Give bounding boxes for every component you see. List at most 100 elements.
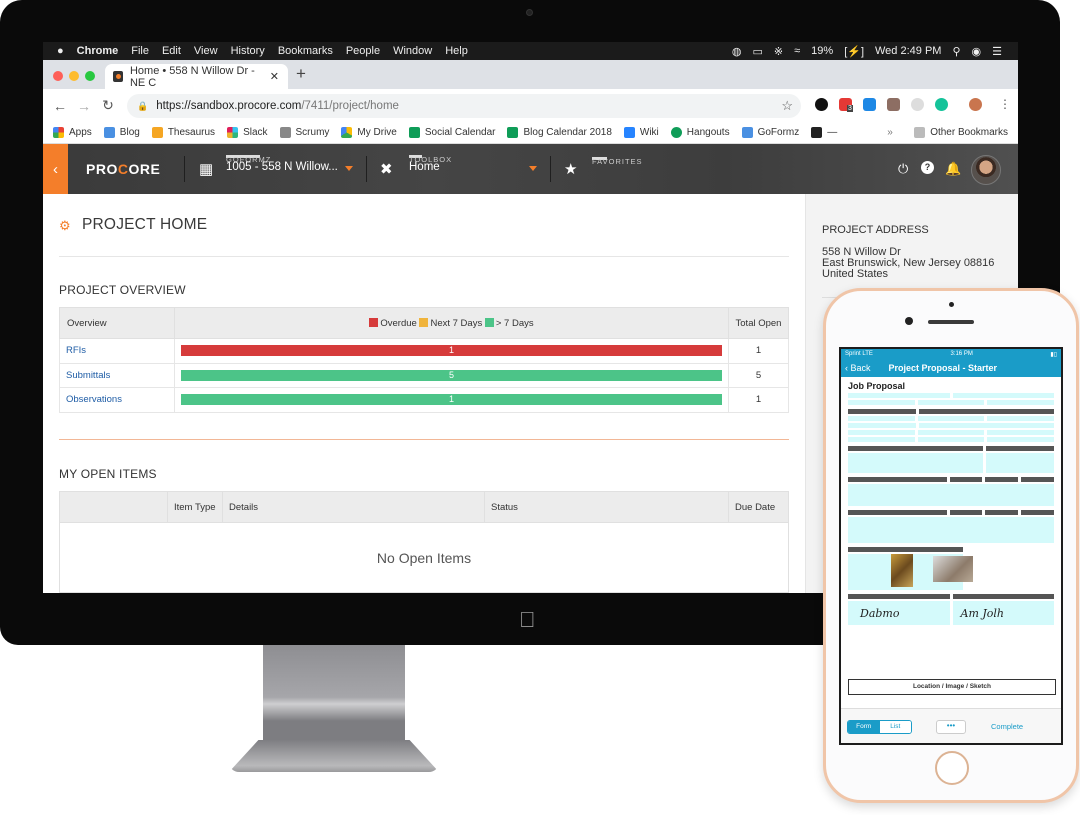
favorites-star-icon[interactable]: ★ xyxy=(564,160,577,178)
status-header[interactable]: Status xyxy=(484,491,729,523)
form-field[interactable] xyxy=(848,400,915,405)
bookmark-other[interactable]: Other Bookmarks xyxy=(914,127,1008,138)
reload-icon[interactable]: ↻ xyxy=(101,97,115,114)
battery-icon[interactable]: [⚡] xyxy=(844,45,864,58)
menu-help[interactable]: Help xyxy=(445,45,468,57)
menu-file[interactable]: File xyxy=(131,45,149,57)
form-field[interactable] xyxy=(917,430,985,435)
wifi-icon[interactable]: ≈ xyxy=(794,45,800,57)
zoom-window-button[interactable] xyxy=(85,71,95,81)
user-avatar[interactable] xyxy=(971,155,1001,185)
observations-link[interactable]: Observations xyxy=(59,387,175,413)
bookmark-scrumy[interactable]: Scrumy xyxy=(279,127,329,138)
battery-percent[interactable]: 19% xyxy=(811,45,833,57)
menu-edit[interactable]: Edit xyxy=(162,45,181,57)
collapse-sidebar-button[interactable]: ‹ xyxy=(43,144,68,194)
bookmark-quote[interactable]: — xyxy=(811,127,837,138)
notification-center-icon[interactable]: ☰ xyxy=(992,45,1002,58)
details-header[interactable]: Details xyxy=(222,491,485,523)
form-field[interactable] xyxy=(917,400,985,405)
terms-field[interactable] xyxy=(986,453,1054,473)
bookmark-blog-calendar[interactable]: Blog Calendar 2018 xyxy=(507,127,612,138)
form-field[interactable] xyxy=(952,393,1054,398)
bookmark-star-icon[interactable]: ☆ xyxy=(781,98,793,114)
bookmarks-overflow-button[interactable]: » xyxy=(887,127,893,138)
extension-ninja-icon[interactable] xyxy=(815,98,828,111)
form-field[interactable] xyxy=(917,416,985,421)
grammarly-icon[interactable] xyxy=(935,98,948,111)
submittals-bar[interactable]: 5 xyxy=(181,369,722,381)
back-button[interactable]: ‹ Back xyxy=(845,363,871,373)
due-date-header[interactable]: Due Date xyxy=(728,491,789,523)
form-field[interactable] xyxy=(918,423,1054,428)
chrome-menu-icon[interactable]: ⋮ xyxy=(999,97,1011,111)
airplay-icon[interactable]: ▭ xyxy=(752,45,762,58)
form-field[interactable] xyxy=(917,437,985,442)
bookmark-apps[interactable]: Apps xyxy=(53,127,92,138)
location-image-sketch-box[interactable]: Location / Image / Sketch xyxy=(848,679,1056,695)
rfis-bar[interactable]: 1 xyxy=(181,345,722,357)
apple-menu-icon[interactable]: ● xyxy=(57,45,64,57)
profile-avatar[interactable] xyxy=(969,98,982,111)
tab-home[interactable]: Home • 558 N Willow Dr - NE C ✕ xyxy=(105,64,288,89)
bookmark-my-drive[interactable]: My Drive xyxy=(341,127,397,138)
bookmark-social-calendar[interactable]: Social Calendar xyxy=(408,127,495,138)
form-field[interactable] xyxy=(848,437,915,442)
back-icon[interactable]: ← xyxy=(53,98,67,114)
close-tab-icon[interactable]: ✕ xyxy=(270,70,279,83)
extension-calendar-icon[interactable]: 3 xyxy=(839,98,853,112)
bell-icon[interactable]: 🔔 xyxy=(945,161,961,177)
menu-people[interactable]: People xyxy=(346,45,380,57)
siri-icon[interactable]: ◉ xyxy=(972,45,982,58)
project-image-2[interactable] xyxy=(933,556,973,582)
more-button[interactable]: ••• xyxy=(936,720,966,734)
submittals-link[interactable]: Submittals xyxy=(59,362,175,388)
menu-view[interactable]: View xyxy=(194,45,218,57)
menu-window[interactable]: Window xyxy=(393,45,432,57)
project-image-1[interactable] xyxy=(891,554,913,587)
procore-logo[interactable]: PROCORE xyxy=(86,161,160,177)
item-type-header[interactable]: Item Type xyxy=(167,491,223,523)
favorites-menu[interactable]: FAVORITES xyxy=(592,156,643,166)
bookmark-goformz[interactable]: GoFormz xyxy=(741,127,799,138)
signature-field-2[interactable]: Am Jolh xyxy=(952,601,1054,625)
menu-app[interactable]: Chrome xyxy=(77,45,119,57)
rfis-link[interactable]: RFIs xyxy=(59,338,175,364)
labor-table[interactable] xyxy=(848,484,1054,506)
creative-cloud-icon[interactable]: ◍ xyxy=(732,45,742,58)
bookmark-wiki[interactable]: Wiki xyxy=(623,127,659,138)
bookmark-blog[interactable]: Blog xyxy=(103,127,140,138)
project-images[interactable] xyxy=(848,554,973,590)
form-field[interactable] xyxy=(987,400,1055,405)
address-bar[interactable]: 🔒 https://sandbox.procore.com/7411/proje… xyxy=(127,94,801,118)
minimize-window-button[interactable] xyxy=(69,71,79,81)
forward-icon[interactable]: → xyxy=(77,98,91,114)
menu-history[interactable]: History xyxy=(231,45,265,57)
job-description-field[interactable] xyxy=(848,453,984,473)
spotlight-icon[interactable]: ⚲ xyxy=(952,45,960,58)
form-tab[interactable]: Form xyxy=(848,721,880,733)
bookmark-thesaurus[interactable]: Thesaurus xyxy=(151,127,215,138)
project-selector[interactable]: GOFORMZ 1005 - 558 N Willow... xyxy=(226,154,338,173)
complete-button[interactable]: Complete xyxy=(991,722,1023,731)
extension-zoom-icon[interactable] xyxy=(863,98,876,111)
clock[interactable]: Wed 2:49 PM xyxy=(875,45,941,57)
toolbox-selector[interactable]: TOOLBOX Home xyxy=(409,154,452,173)
form-field[interactable] xyxy=(848,416,915,421)
list-tab[interactable]: List xyxy=(879,721,911,733)
materials-table[interactable] xyxy=(848,517,1054,543)
plug-icon[interactable]: ⏻ xyxy=(898,161,908,177)
project-caret-icon[interactable] xyxy=(345,166,353,171)
form-field[interactable] xyxy=(848,430,915,435)
observations-bar[interactable]: 1 xyxy=(181,394,722,406)
form-field[interactable] xyxy=(848,393,950,398)
bookmark-hangouts[interactable]: Hangouts xyxy=(670,127,730,138)
home-button[interactable] xyxy=(935,751,969,785)
form-field[interactable] xyxy=(987,430,1055,435)
toolbox-caret-icon[interactable] xyxy=(529,166,537,171)
extension-circle-icon[interactable] xyxy=(911,98,924,111)
menu-bookmarks[interactable]: Bookmarks xyxy=(278,45,333,57)
close-window-button[interactable] xyxy=(53,71,63,81)
signature-field-1[interactable]: Dabmo xyxy=(848,601,950,625)
bookmark-slack[interactable]: Slack xyxy=(227,127,268,138)
